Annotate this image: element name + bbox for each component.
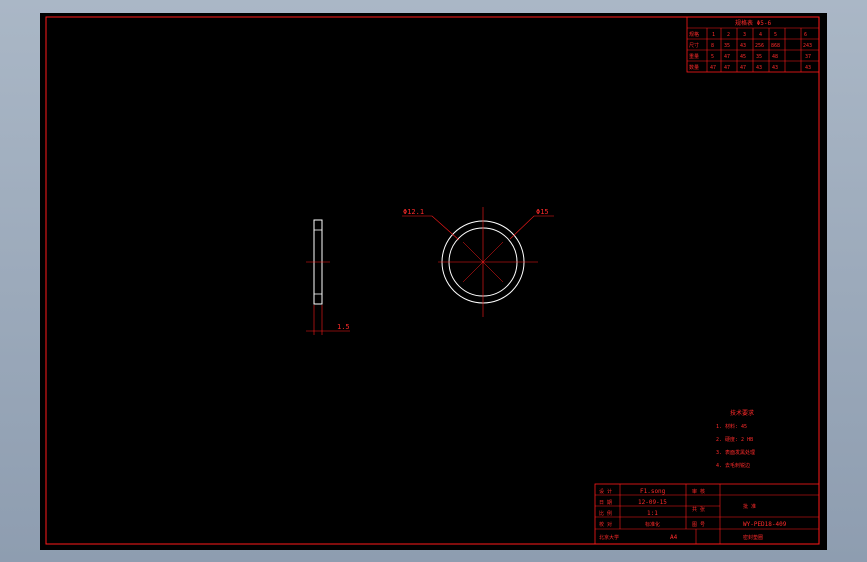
tb-label: 批 准 <box>743 503 756 510</box>
tb-label: 标准化 <box>645 521 660 528</box>
drawing-border <box>45 16 820 545</box>
spec-header-cell: 5 <box>774 32 777 38</box>
note-item: 3. 表面发黑处理 <box>716 449 755 456</box>
thickness-dimension: 1.5 <box>337 323 350 331</box>
note-item: 1. 材料: 45 <box>716 423 747 430</box>
note-item: 4. 去毛刺锐边 <box>716 462 750 469</box>
note-item: 2. 硬度: 2 HB <box>716 436 753 443</box>
drawing-date: 12-09-15 <box>638 499 667 506</box>
drawing-sheet: 规格表 Φ5-6 规格 1 2 3 4 5 6 尺寸 8 35 43 256 8… <box>40 13 827 550</box>
spec-cell: 47 <box>724 65 730 71</box>
spec-cell: 868 <box>771 43 780 49</box>
notes-title: 技术要求 <box>730 409 754 417</box>
spec-header-cell: 1 <box>712 32 715 38</box>
tb-label: 日 期 <box>599 500 612 506</box>
spec-header-cell: 2 <box>727 32 730 38</box>
spec-cell: 35 <box>724 43 730 49</box>
outer-diameter-dimension: Φ15 <box>536 208 549 216</box>
spec-cell: 43 <box>756 65 762 71</box>
paper-size: A4 <box>670 534 678 541</box>
tb-label: 比 例 <box>599 510 612 517</box>
spec-cell: 35 <box>756 54 762 60</box>
part-name: 密封垫圈 <box>743 534 763 541</box>
spec-cell: 47 <box>710 65 716 71</box>
side-view: 1.5 <box>306 219 350 335</box>
tb-label: 审 核 <box>692 488 705 495</box>
drawing-scale: 1:1 <box>647 510 658 517</box>
spec-cell: 重量 <box>689 53 699 60</box>
spec-table: 规格表 Φ5-6 规格 1 2 3 4 5 6 尺寸 8 35 43 256 8… <box>686 16 820 73</box>
spec-cell: 43 <box>772 65 778 71</box>
spec-cell: 47 <box>724 54 730 60</box>
spec-header-cell: 3 <box>743 32 746 38</box>
spec-cell: 47 <box>740 65 746 71</box>
tb-label: 共 张 <box>692 506 705 513</box>
spec-cell: 43 <box>805 65 811 71</box>
spec-cell: 数量 <box>689 64 699 71</box>
inner-diameter-dimension: Φ12.1 <box>403 208 424 216</box>
spec-cell: 43 <box>740 43 746 49</box>
spec-cell: 尺寸 <box>689 42 699 49</box>
spec-header-cell: 6 <box>804 32 807 38</box>
spec-cell: 5 <box>711 54 714 60</box>
cad-drawing: 规格表 Φ5-6 规格 1 2 3 4 5 6 尺寸 8 35 43 256 8… <box>45 16 820 545</box>
spec-cell: 45 <box>740 54 746 60</box>
technical-notes: 技术要求 1. 材料: 45 2. 硬度: 2 HB 3. 表面发黑处理 4. … <box>716 409 755 469</box>
spec-cell: 256 <box>755 43 764 49</box>
spec-cell: 243 <box>803 43 812 49</box>
spec-cell: 8 <box>711 43 714 49</box>
designer-name: F1.song <box>640 488 666 495</box>
spec-table-title: 规格表 Φ5-6 <box>735 19 771 27</box>
spec-cell: 48 <box>772 54 778 60</box>
title-block: 设 计 日 期 比 例 校 对 审 核 共 张 图 号 F1.song 12-0… <box>594 483 820 545</box>
company-label: 北京大学 <box>599 534 619 541</box>
tb-label: 图 号 <box>692 522 705 528</box>
drawing-number: WY-PED18-409 <box>743 521 787 528</box>
tb-label: 设 计 <box>599 488 612 495</box>
spec-header-cell: 规格 <box>689 31 699 38</box>
spec-cell: 37 <box>805 54 811 60</box>
front-view: Φ12.1 Φ15 <box>402 207 554 317</box>
tb-label: 校 对 <box>599 521 612 528</box>
spec-header-cell: 4 <box>759 32 762 38</box>
